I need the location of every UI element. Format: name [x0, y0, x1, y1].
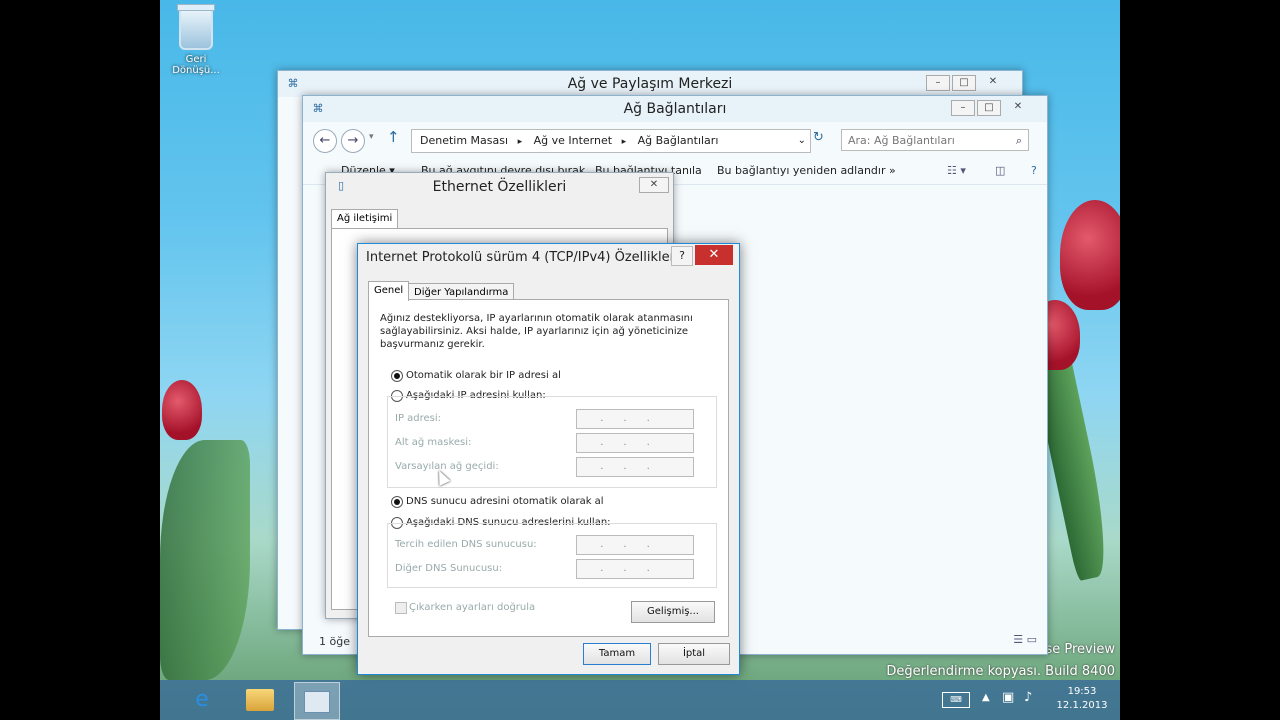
- validate-label[interactable]: Çıkarken ayarları doğrula: [409, 602, 535, 613]
- volume-icon[interactable]: ♪: [1024, 690, 1032, 705]
- ip-address-label: IP adresi:: [395, 413, 442, 424]
- tulip-decoration: [1060, 200, 1120, 310]
- general-tab-panel: Ağınız destekliyorsa, IP ayarlarının oto…: [368, 299, 729, 637]
- dns-auto-label[interactable]: DNS sunucu adresini otomatik olarak al: [406, 496, 604, 507]
- validate-checkbox[interactable]: [395, 602, 407, 614]
- more-commands-button[interactable]: »: [889, 158, 896, 184]
- view-options-icon[interactable]: ☷ ▾: [947, 158, 966, 184]
- tab-alternate-config[interactable]: Diğer Yapılandırma: [408, 283, 515, 300]
- alternate-dns-label: Diğer DNS Sunucusu:: [395, 563, 503, 574]
- cancel-button[interactable]: İptal: [658, 643, 730, 665]
- search-icon[interactable]: ⌕: [1016, 130, 1022, 152]
- search-input[interactable]: Ara: Ağ Bağlantıları ⌕: [841, 129, 1029, 151]
- dialog-title: Internet Protokolü sürüm 4 (TCP/IPv4) Öz…: [366, 250, 679, 265]
- subnet-mask-field[interactable]: ...: [576, 433, 694, 453]
- internet-explorer-icon[interactable]: e: [180, 682, 224, 718]
- dns-auto-radio[interactable]: [391, 496, 403, 508]
- breadcrumb-item[interactable]: Ağ ve Internet: [534, 134, 612, 147]
- minimize-button[interactable]: –: [951, 100, 975, 116]
- close-button[interactable]: ✕: [1007, 100, 1029, 114]
- clock[interactable]: 19:53 12.1.2013: [1052, 685, 1112, 713]
- close-button[interactable]: ✕: [639, 177, 669, 193]
- network-tray-icon[interactable]: ▣: [1002, 690, 1014, 705]
- network-adapter-icon: ▯: [337, 179, 345, 192]
- clock-date: 12.1.2013: [1056, 700, 1108, 711]
- preferred-dns-field[interactable]: ...: [576, 535, 694, 555]
- default-gateway-label: Varsayılan ağ geçidi:: [395, 461, 499, 472]
- desktop: Geri Dönüşü... ase Preview Değerlendirme…: [160, 0, 1120, 720]
- minimize-button[interactable]: –: [926, 75, 950, 91]
- leaf-decoration: [160, 440, 250, 680]
- close-button[interactable]: ✕: [982, 75, 1004, 89]
- back-arrow-icon[interactable]: ←: [313, 129, 337, 153]
- tcpip-properties-dialog: Internet Protokolü sürüm 4 (TCP/IPv4) Öz…: [357, 243, 740, 675]
- advanced-button[interactable]: Gelişmiş...: [631, 601, 715, 623]
- watermark-line-1: ase Preview: [1037, 642, 1115, 657]
- clock-time: 19:53: [1067, 686, 1097, 697]
- subnet-mask-label: Alt ağ maskesi:: [395, 437, 472, 448]
- search-placeholder: Ara: Ağ Bağlantıları: [848, 134, 955, 147]
- rename-button[interactable]: Bu bağlantıyı yeniden adlandır: [717, 158, 886, 184]
- alternate-dns-field[interactable]: ...: [576, 559, 694, 579]
- ip-auto-radio[interactable]: [391, 370, 403, 382]
- description-text: Ağınız destekliyorsa, IP ayarlarının oto…: [380, 313, 693, 350]
- breadcrumb-separator-icon: ▸: [621, 137, 627, 147]
- ip-address-field[interactable]: ...: [576, 409, 694, 429]
- watermark-line-2: Değerlendirme kopyası. Build 8400: [886, 664, 1115, 679]
- recycle-bin-label-2: Dönüşü...: [172, 65, 220, 76]
- taskbar: e ⌨ ▲ ▣ ♪ 19:53 12.1.2013: [160, 680, 1120, 720]
- maximize-button[interactable]: □: [952, 75, 976, 91]
- address-dropdown-icon[interactable]: ⌄: [798, 130, 806, 152]
- default-gateway-field[interactable]: ...: [576, 457, 694, 477]
- up-arrow-icon[interactable]: ↑: [387, 128, 400, 146]
- address-bar-area: ← → ▾ ↑ Denetim Masası ▸ Ağ ve Internet …: [311, 126, 1039, 154]
- ip-auto-label[interactable]: Otomatik olarak bir IP adresi al: [406, 370, 561, 381]
- breadcrumb-item[interactable]: Denetim Masası: [420, 134, 508, 147]
- preferred-dns-label: Tercih edilen DNS sunucusu:: [395, 539, 537, 550]
- recycle-bin-label-1: Geri: [185, 54, 207, 65]
- window-title: Ethernet Özellikleri: [432, 179, 567, 195]
- title-bar: Internet Protokolü sürüm 4 (TCP/IPv4) Öz…: [358, 244, 739, 272]
- network-icon: ⌘: [287, 77, 299, 90]
- title-bar: ⌘ Ağ Bağlantıları – □ ✕: [303, 96, 1047, 122]
- breadcrumb-separator-icon: ▸: [517, 137, 523, 147]
- title-bar: ▯ Ethernet Özellikleri ✕: [326, 173, 673, 201]
- close-button[interactable]: ✕: [695, 245, 733, 265]
- title-bar: ⌘ Ağ ve Paylaşım Merkezi – □ ✕: [278, 71, 1022, 97]
- forward-arrow-icon[interactable]: →: [341, 129, 365, 153]
- maximize-button[interactable]: □: [977, 100, 1001, 116]
- address-field[interactable]: Denetim Masası ▸ Ağ ve Internet ▸ Ağ Bağ…: [411, 129, 811, 153]
- recycle-bin-icon: [177, 4, 215, 50]
- preview-pane-icon[interactable]: ◫: [995, 158, 1005, 184]
- help-icon[interactable]: ?: [1031, 158, 1037, 184]
- tab-general[interactable]: Genel: [368, 281, 410, 301]
- control-panel-taskbar-icon[interactable]: [294, 682, 340, 720]
- file-explorer-icon[interactable]: [238, 682, 282, 718]
- tulip-decoration: [162, 380, 202, 440]
- breadcrumb-item[interactable]: Ağ Bağlantıları: [638, 134, 719, 147]
- window-title: Ağ Bağlantıları: [623, 101, 727, 117]
- refresh-icon[interactable]: ↻: [813, 130, 824, 145]
- tab-networking[interactable]: Ağ iletişimi: [331, 209, 399, 228]
- help-button[interactable]: ?: [671, 246, 693, 266]
- view-toggle-icons[interactable]: ☰ ▭: [1013, 633, 1037, 646]
- recent-dropdown-icon[interactable]: ▾: [369, 132, 374, 142]
- ok-button[interactable]: Tamam: [583, 643, 651, 665]
- recycle-bin-shortcut[interactable]: Geri Dönüşü...: [170, 4, 222, 76]
- window-title: Ağ ve Paylaşım Merkezi: [567, 76, 733, 92]
- item-count: 1 öğe: [319, 635, 350, 648]
- show-hidden-icons-icon[interactable]: ▲: [982, 692, 990, 703]
- keyboard-icon[interactable]: ⌨: [942, 692, 970, 708]
- network-icon: ⌘: [312, 102, 324, 115]
